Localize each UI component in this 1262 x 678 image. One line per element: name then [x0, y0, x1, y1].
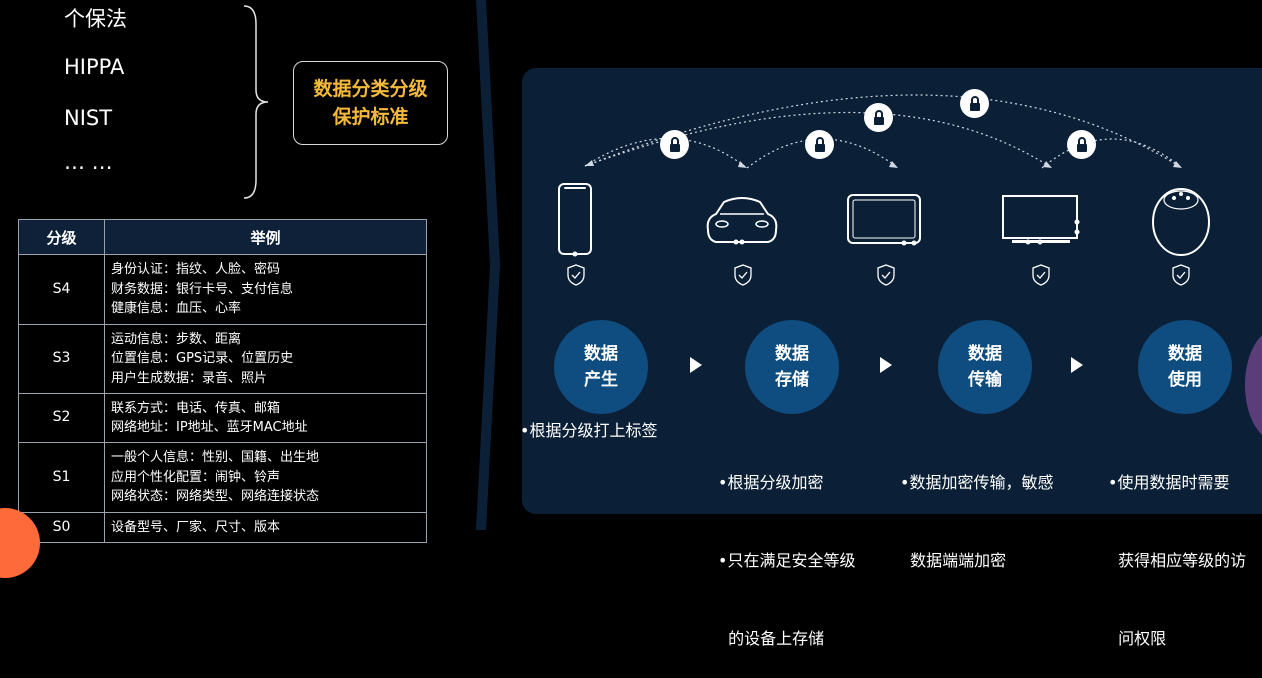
level-cell: S4 [18, 254, 105, 325]
level-cell: S3 [18, 324, 105, 394]
example-line: 网络地址：IP地址、蓝牙MAC地址 [111, 420, 308, 435]
example-line: 身份认证：指纹、人脸、密码 [111, 262, 281, 278]
examples-cell: 设备型号、厂家、尺寸、版本 [104, 512, 427, 543]
monitor-icon [1002, 195, 1080, 245]
stage-description: •数据加密传输，敏感 数据端端加密 [900, 418, 1053, 600]
examples-cell: 身份认证：指纹、人脸、密码 财务数据：银行卡号、支付信息 健康信息：血压、心率 [104, 254, 427, 325]
header-level: 分级 [18, 219, 105, 255]
classification-table: 分级 举例 S4 身份认证：指纹、人脸、密码 财务数据：银行卡号、支付信息 健康… [18, 219, 427, 543]
flow-arrow-icon [690, 357, 702, 373]
badge-line: 保护标准 [332, 106, 409, 128]
panel-divider-chevron [476, 0, 500, 530]
examples-cell: 一般个人信息：性别、国籍、出生地 应用个性化配置：闹钟、铃声 网络状态：网络类型… [104, 442, 427, 513]
example-line: 网络状态：网络类型、网络连接状态 [111, 489, 320, 505]
lock-icon [864, 103, 893, 132]
stage-label: 数据 [1168, 344, 1202, 364]
level-cell: S1 [18, 442, 105, 513]
shield-check-icon [877, 264, 895, 286]
example-line: 运动信息：步数、距离 [111, 331, 242, 347]
stage-description: •根据分级加密 •只在满足安全等级 的设备上存储 [718, 418, 855, 678]
lock-icon [660, 130, 689, 159]
examples-cell: 运动信息：步数、距离 位置信息：GPS记录、位置历史 用户生成数据：录音、照片 [104, 324, 427, 394]
stage-label: 产生 [584, 370, 618, 390]
level-cell: S2 [18, 393, 105, 443]
table-row: S3 运动信息：步数、距离 位置信息：GPS记录、位置历史 用户生成数据：录音、… [18, 324, 427, 394]
table-header-row: 分级 举例 [18, 219, 427, 255]
car-icon [706, 197, 778, 245]
tablet-icon [847, 194, 921, 246]
standard-item: … … [64, 150, 113, 174]
lock-icon [805, 130, 834, 159]
standard-item: 个保法 [64, 7, 127, 31]
example-line: 设备型号、厂家、尺寸、版本 [111, 519, 281, 535]
stage-data-storage: 数据 存储 [745, 320, 839, 414]
flow-arrow-icon [880, 357, 892, 373]
table-row: S1 一般个人信息：性别、国籍、出生地 应用个性化配置：闹钟、铃声 网络状态：网… [18, 442, 427, 513]
example-line: 健康信息：血压、心率 [111, 301, 242, 317]
stage-data-usage: 数据 使用 [1138, 320, 1232, 414]
shield-check-icon [1032, 264, 1050, 286]
stage-description: •使用数据时需要 获得相应等级的访 问权限 [1108, 418, 1246, 678]
lock-icon [1067, 130, 1096, 159]
stage-label: 存储 [775, 370, 809, 390]
table-row: S4 身份认证：指纹、人脸、密码 财务数据：银行卡号、支付信息 健康信息：血压、… [18, 254, 427, 325]
phone-icon [558, 183, 592, 257]
description-line: •使用数据时需要 [1108, 473, 1230, 492]
description-line: •根据分级加密 [718, 473, 824, 492]
stage-description: •根据分级打上标签 [520, 418, 657, 444]
example-line: 财务数据：银行卡号、支付信息 [111, 281, 294, 297]
shield-check-icon [1172, 264, 1190, 286]
examples-cell: 联系方式：电话、传真、邮箱 网络地址：IP地址、蓝牙MAC地址 [104, 393, 427, 443]
description-line: 获得相应等级的访 [1108, 551, 1247, 570]
flow-arrow-icon [1071, 357, 1083, 373]
stage-data-transfer: 数据 传输 [938, 320, 1032, 414]
classification-standard-badge: 数据分类分级 保护标准 [293, 61, 448, 145]
description-line: •只在满足安全等级 [718, 551, 856, 570]
example-line: 应用个性化配置：闹钟、铃声 [111, 469, 281, 485]
header-examples: 举例 [104, 219, 427, 255]
description-line: •根据分级打上标签 [520, 421, 658, 440]
stage-data-generation: 数据 产生 [554, 320, 648, 414]
description-line: 问权限 [1108, 629, 1167, 648]
connection-arcs [584, 94, 1183, 169]
description-line: 的设备上存储 [718, 629, 825, 648]
example-line: 位置信息：GPS记录、位置历史 [111, 351, 294, 367]
table-row: S2 联系方式：电话、传真、邮箱 网络地址：IP地址、蓝牙MAC地址 [18, 393, 427, 443]
table-row: S0 设备型号、厂家、尺寸、版本 [18, 512, 427, 543]
description-line: •数据加密传输，敏感 [900, 473, 1054, 492]
lock-icon [960, 89, 989, 118]
standards-list: 个保法 HIPPA NIST … … [0, 0, 260, 200]
description-line: 数据端端加密 [900, 551, 1007, 570]
smart-speaker-icon [1152, 188, 1210, 256]
example-line: 一般个人信息：性别、国籍、出生地 [111, 450, 320, 466]
curly-brace [243, 5, 269, 199]
shield-check-icon [734, 264, 752, 286]
stage-label: 数据 [775, 344, 809, 364]
shield-check-icon [567, 264, 585, 286]
badge-line: 数据分类分级 [313, 78, 428, 100]
standard-item: NIST [64, 106, 113, 130]
stage-label: 传输 [968, 370, 1002, 390]
example-line: 联系方式：电话、传真、邮箱 [111, 400, 281, 416]
example-line: 用户生成数据：录音、照片 [111, 370, 268, 386]
stage-label: 数据 [968, 344, 1002, 364]
stage-label: 使用 [1168, 370, 1202, 390]
standard-item: HIPPA [64, 55, 125, 79]
stage-label: 数据 [584, 344, 618, 364]
